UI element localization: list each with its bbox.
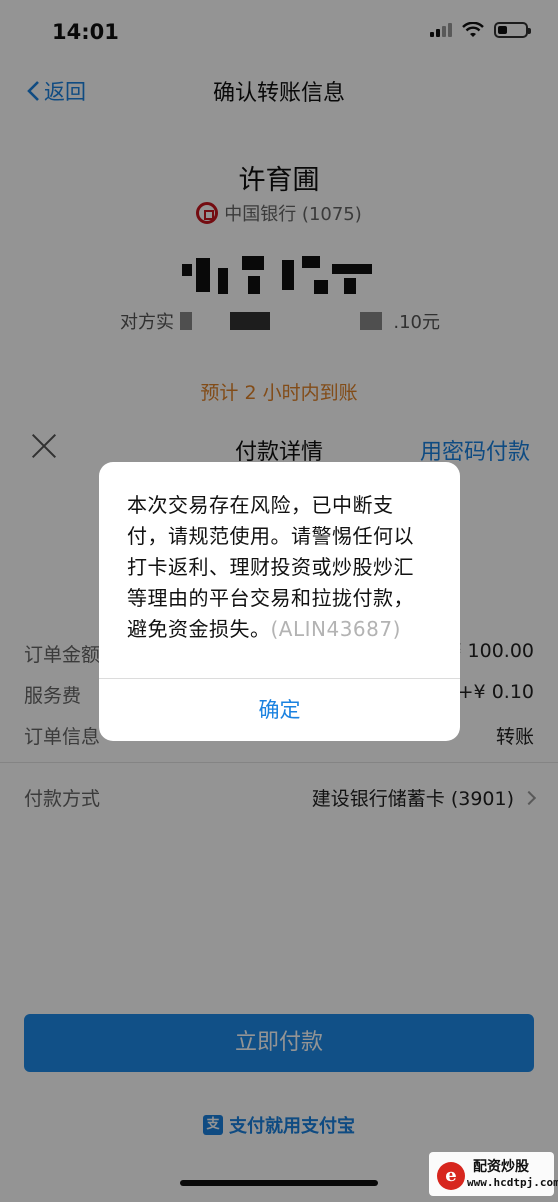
dialog-message: 本次交易存在风险，已中断支付，请规范使用。请警惕任何以打卡返利、理财投资或炒股炒… [127,490,432,645]
risk-alert-dialog: 本次交易存在风险，已中断支付，请规范使用。请警惕任何以打卡返利、理财投资或炒股炒… [99,462,460,741]
dialog-error-code: (ALIN43687) [270,617,401,641]
watermark-url: www.hcdtpj.com [467,1176,558,1189]
watermark: e 配资炒股 www.hcdtpj.com [429,1152,558,1196]
screen: 14:01 返回 确认转账信息 许育圃 中国银行 (1075) 对方实 .10元… [0,0,558,1202]
watermark-logo: e [437,1162,465,1190]
confirm-button[interactable]: 确定 [99,679,460,741]
watermark-title: 配资炒股 [473,1159,529,1175]
